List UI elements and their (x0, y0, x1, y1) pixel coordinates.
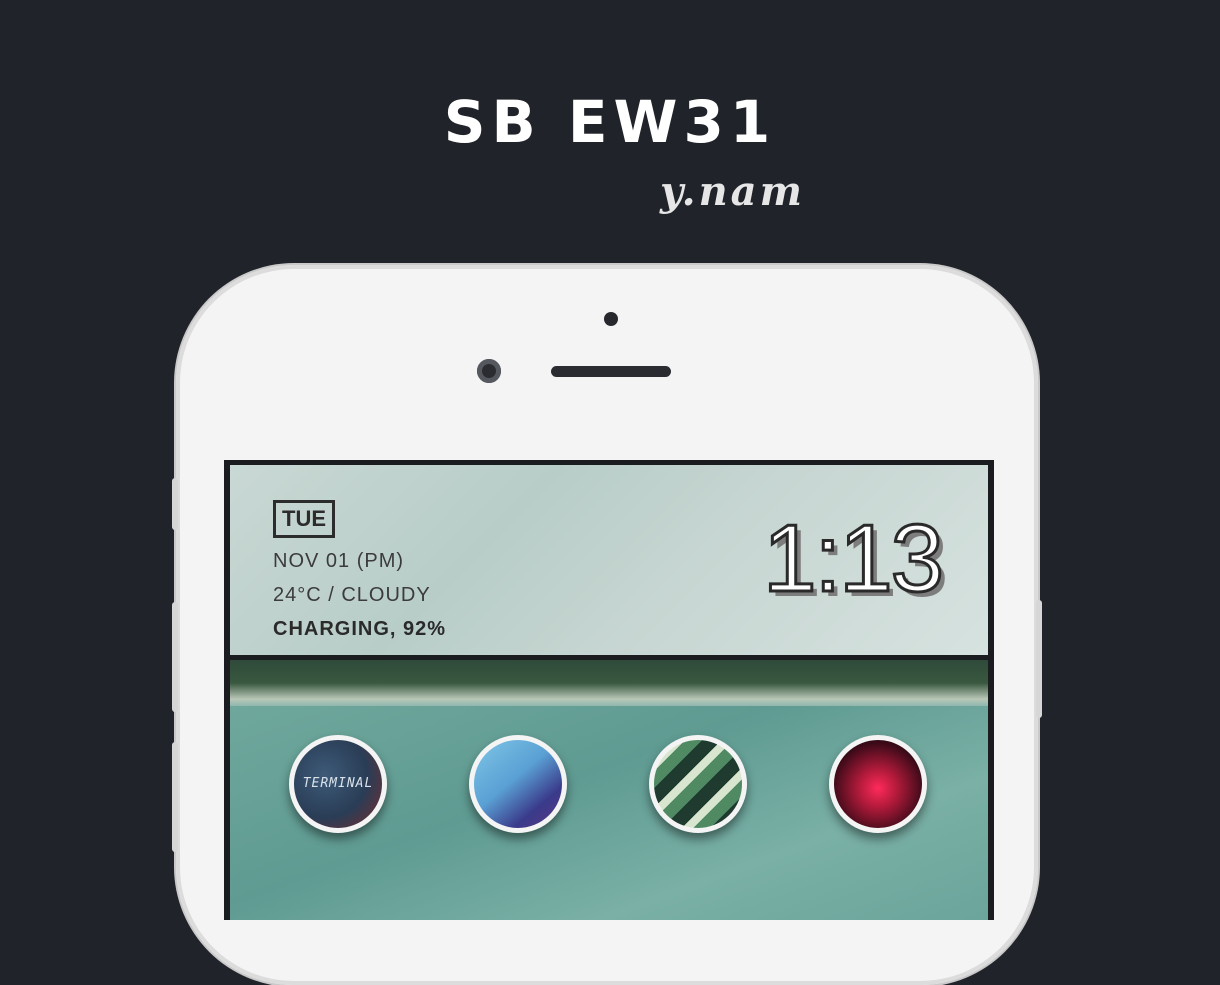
terminal-app-label: TERMINAL (302, 776, 374, 791)
red-glow-app-icon[interactable] (829, 735, 927, 833)
phone-screen: TUE NOV 01 (PM) 24°C / CLOUDY CHARGING, … (224, 460, 994, 920)
earpiece-speaker (551, 366, 671, 377)
clock: 1:13 (762, 505, 946, 612)
stripes-app-icon[interactable] (649, 735, 747, 833)
wallpaper-beach (230, 660, 988, 706)
mute-switch (172, 478, 178, 530)
volume-up-button (172, 602, 178, 712)
theme-title: SB EW31 (443, 88, 777, 156)
battery-status: CHARGING, 92% (273, 618, 447, 640)
power-button (1036, 600, 1042, 718)
terminal-app-icon[interactable]: TERMINAL (289, 735, 387, 833)
date-text: NOV 01 (PM) (273, 550, 405, 572)
figure-app-icon[interactable] (469, 735, 567, 833)
weather-text: 24°C / CLOUDY (273, 584, 431, 606)
front-camera-icon (477, 359, 501, 383)
author-signature: y.nam (660, 168, 805, 215)
sensor-icon (604, 312, 618, 326)
day-label: TUE (273, 500, 335, 538)
widget-panel: TUE NOV 01 (PM) 24°C / CLOUDY CHARGING, … (230, 465, 988, 655)
volume-down-button (172, 742, 178, 852)
